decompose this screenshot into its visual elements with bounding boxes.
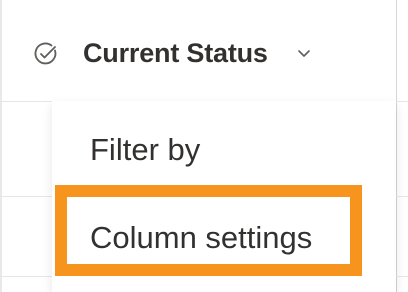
grid-divider — [396, 0, 397, 292]
column-header-title: Current Status — [83, 38, 268, 68]
circle-check-icon — [34, 42, 57, 65]
menu-item-column-settings[interactable]: Column settings — [90, 220, 312, 256]
screenshot-frame: Current Status Filter by Column settings — [0, 0, 408, 292]
menu-item-filter-by[interactable]: Filter by — [90, 132, 200, 168]
chevron-down-icon[interactable] — [296, 48, 312, 60]
column-header-current-status[interactable]: Current Status — [2, 0, 396, 100]
